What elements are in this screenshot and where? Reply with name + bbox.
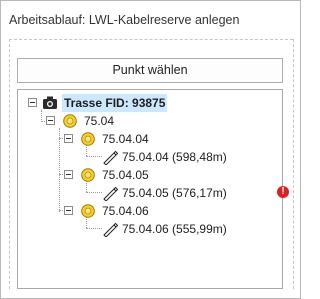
left-border <box>9 39 10 289</box>
tree-node-label: 75.04.05 <box>102 168 149 182</box>
node-circle-icon <box>80 131 96 152</box>
divider <box>9 39 293 40</box>
collapse-toggle[interactable] <box>64 206 73 215</box>
tree-node-child[interactable]: 75.04.06 <box>64 202 264 220</box>
tree-connector <box>86 156 102 157</box>
tree-node-label: 75.04 <box>84 114 115 128</box>
tree-leaf[interactable]: 75.04.06 (555,99m) <box>102 220 272 238</box>
cable-icon <box>102 221 119 242</box>
tree-node-child[interactable]: 75.04.04 <box>64 130 264 148</box>
tree-leaf-label: 75.04.04 (598,48m) <box>122 150 227 164</box>
tree-node-child[interactable]: 75.04.05 <box>64 166 264 184</box>
collapse-toggle[interactable] <box>64 170 73 179</box>
tree-node-label: Trasse FID: 93875 <box>62 94 168 112</box>
collapse-toggle[interactable] <box>64 134 73 143</box>
select-point-button[interactable]: Punkt wählen <box>17 58 283 83</box>
tree-connector <box>59 128 60 212</box>
panel-title: Arbeitsablauf: LWL-Kabelreserve anlegen <box>9 13 240 27</box>
tree-node-label: 75.04.04 <box>102 132 149 146</box>
node-circle-icon <box>80 203 96 224</box>
tree-leaf[interactable]: 75.04.05 (576,17m) <box>102 184 272 202</box>
tree-connector <box>86 228 102 229</box>
workflow-panel: Arbeitsablauf: LWL-Kabelreserve anlegen … <box>0 0 301 299</box>
collapse-toggle[interactable] <box>28 98 37 107</box>
node-circle-icon <box>80 167 96 188</box>
tree-connector <box>86 192 102 193</box>
tree-leaf-label: 75.04.05 (576,17m) <box>122 186 227 200</box>
tree-node-label: 75.04.06 <box>102 204 149 218</box>
right-border <box>293 39 294 289</box>
feature-tree[interactable]: Trasse FID: 93875 75.04 75.04.04 75.04.0… <box>17 89 283 289</box>
collapse-toggle[interactable] <box>46 116 55 125</box>
tree-node-root[interactable]: Trasse FID: 93875 <box>28 94 268 112</box>
tree-leaf-label: 75.04.06 (555,99m) <box>122 222 227 236</box>
tree-leaf[interactable]: 75.04.04 (598,48m) <box>102 148 272 166</box>
error-icon[interactable]: ! <box>277 186 289 198</box>
tree-node-group[interactable]: 75.04 <box>46 112 266 130</box>
